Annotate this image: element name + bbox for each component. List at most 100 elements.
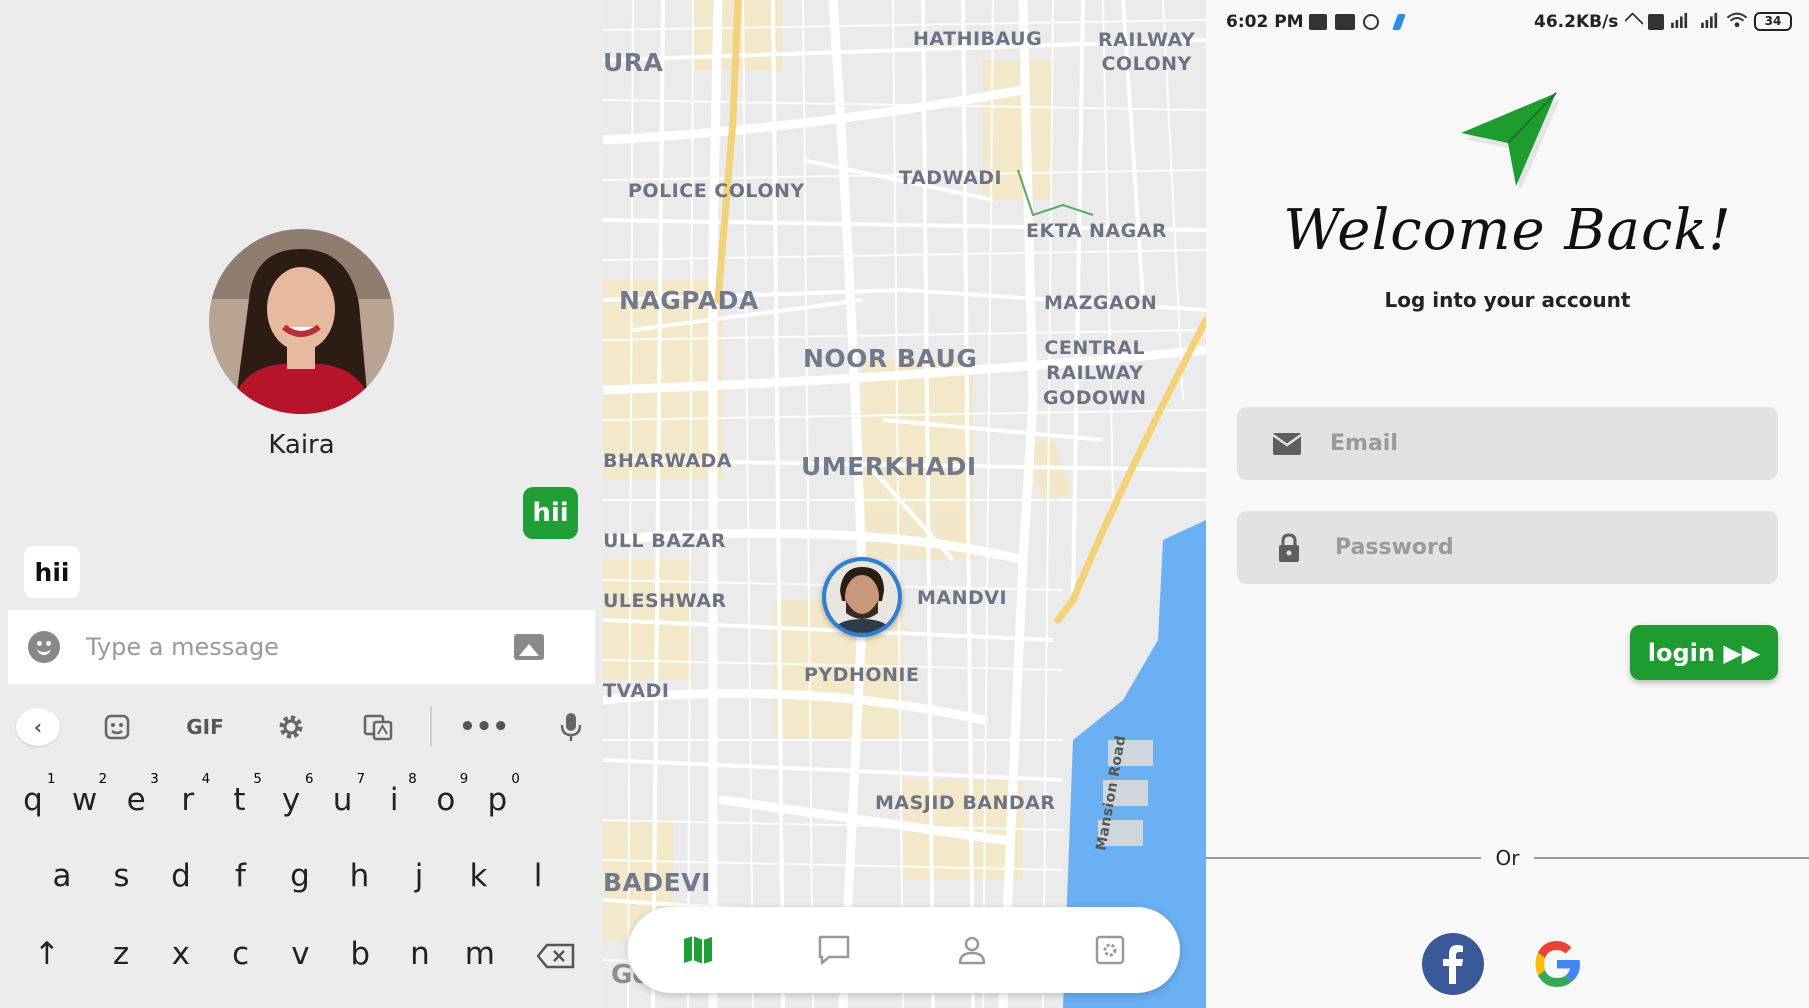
contact-avatar[interactable] (209, 229, 394, 414)
map-label: BHARWADA (603, 450, 733, 472)
more-icon[interactable]: ••• (459, 708, 509, 746)
map-canvas[interactable] (603, 0, 1206, 1008)
key-hint: 8 (408, 772, 417, 787)
sticker-icon[interactable] (100, 708, 134, 746)
network-speed: 46.2KB/s (1534, 12, 1619, 32)
map-label: POLICE COLONY (628, 180, 805, 202)
keyboard-row-3: ↑ zxcvbnm (0, 924, 603, 984)
key-x[interactable]: x (161, 924, 201, 984)
received-message-bubble[interactable]: hii (24, 546, 80, 598)
key-l[interactable]: l (518, 846, 558, 906)
key-h[interactable]: h (340, 846, 380, 906)
map-label: UMERKHADI (801, 452, 977, 481)
location-arrow-icon (1624, 12, 1644, 32)
map-label: MAZGAON (1044, 292, 1158, 314)
key-a[interactable]: a (42, 846, 82, 906)
facebook-login-icon[interactable] (1422, 933, 1484, 995)
key-hint: 4 (201, 772, 211, 787)
map-label: TADWADI (899, 167, 1003, 189)
user-location-avatar[interactable] (822, 557, 902, 637)
login-subtitle: Log into your account (1384, 288, 1631, 312)
contact-name: Kaira (268, 430, 335, 460)
lock-icon (1279, 532, 1299, 562)
microphone-icon[interactable] (556, 708, 586, 746)
map-label: ULL BAZAR (603, 530, 727, 552)
key-hint: 0 (511, 772, 520, 787)
key-m[interactable]: m (460, 924, 500, 984)
sent-message-bubble[interactable]: hii (523, 487, 578, 539)
wifi-icon (1726, 12, 1748, 28)
password-input[interactable] (1335, 535, 1755, 560)
login-button[interactable]: login ▶▶ (1630, 625, 1778, 680)
mail-icon (1272, 432, 1302, 455)
chat-icon[interactable] (808, 925, 860, 975)
chat-screen: Kaira hii hii ‹ GIF ••• q1w2e3r4t5y6u7i8… (0, 0, 603, 1008)
keyboard-toolbar: ‹ GIF ••• (0, 694, 603, 760)
email-field[interactable] (1237, 407, 1778, 480)
key-hint: 1 (47, 772, 56, 787)
key-hint: 3 (150, 772, 159, 787)
signal-icon-2 (1701, 12, 1718, 28)
flutter-notification-icon (1392, 14, 1406, 30)
key-j[interactable]: j (399, 846, 439, 906)
map-label: ULESHWAR (603, 590, 727, 612)
emoji-icon[interactable] (28, 631, 60, 663)
video-notification-icon (1335, 14, 1355, 30)
keyboard-back-icon[interactable]: ‹ (16, 708, 60, 746)
keyboard-row-1: q1w2e3r4t5y6u7i8o9p0 (0, 770, 603, 830)
send-logo-icon (1461, 92, 1560, 188)
key-hint: 6 (305, 772, 314, 787)
message-input[interactable] (86, 633, 506, 661)
email-input[interactable] (1330, 431, 1750, 456)
map-label: NAGPADA (619, 286, 759, 315)
gear-icon[interactable] (274, 708, 308, 746)
key-s[interactable]: s (102, 846, 142, 906)
map-label: MANDVI (917, 587, 1008, 609)
key-b[interactable]: b (340, 924, 380, 984)
settings-icon[interactable] (1084, 925, 1136, 975)
image-attach-icon[interactable] (514, 634, 544, 660)
keyboard-row-2: asdfghjkl (0, 846, 603, 906)
key-z[interactable]: z (101, 924, 141, 984)
key-c[interactable]: c (221, 924, 261, 984)
toolbar-divider (430, 706, 432, 746)
backspace-key[interactable] (534, 924, 578, 984)
key-f[interactable]: f (221, 846, 261, 906)
map-label: NOOR BAUG (803, 344, 978, 373)
key-d[interactable]: d (161, 846, 201, 906)
google-login-icon[interactable] (1526, 933, 1588, 995)
login-screen: 6:02 PM 46.2KB/s 34 Welcome Back! Log in… (1206, 0, 1809, 1008)
key-g[interactable]: g (280, 846, 320, 906)
key-v[interactable]: v (280, 924, 320, 984)
key-k[interactable]: k (459, 846, 499, 906)
welcome-title: Welcome Back! (1283, 198, 1732, 263)
translate-icon[interactable] (361, 708, 395, 746)
key-hint: 5 (253, 772, 262, 787)
app-notification-icon (1363, 14, 1379, 30)
map-label: URA (603, 48, 664, 77)
map-label: PYDHONIE (804, 664, 920, 686)
status-bar: 6:02 PM 46.2KB/s 34 (1206, 0, 1809, 44)
map-label: EKTA NAGAR (1026, 220, 1168, 242)
map-label: TVADI (603, 680, 670, 702)
profile-icon[interactable] (946, 925, 998, 975)
gif-button[interactable]: GIF (180, 708, 230, 746)
map-icon[interactable] (672, 925, 724, 975)
map-label: BADEVI (603, 868, 711, 897)
or-separator: Or (1495, 846, 1520, 870)
shift-key[interactable]: ↑ (27, 924, 67, 984)
message-notification-icon (1309, 14, 1327, 30)
signal-icon (1671, 12, 1688, 28)
map-label: RAILWAY COLONY (1098, 29, 1196, 75)
status-time: 6:02 PM (1226, 12, 1304, 32)
map-label: HATHIBAUG (913, 28, 1043, 50)
password-field[interactable] (1237, 511, 1778, 584)
key-hint: 2 (98, 772, 108, 787)
key-n[interactable]: n (400, 924, 440, 984)
bottom-navigation (628, 907, 1180, 993)
map-screen: URA HATHIBAUG RAILWAY COLONY POLICE COLON… (603, 0, 1206, 1008)
map-label: CENTRAL RAILWAY GODOWN (1043, 337, 1147, 409)
volte-icon (1648, 14, 1664, 30)
message-composer (8, 610, 595, 684)
battery-indicator: 34 (1754, 12, 1792, 31)
